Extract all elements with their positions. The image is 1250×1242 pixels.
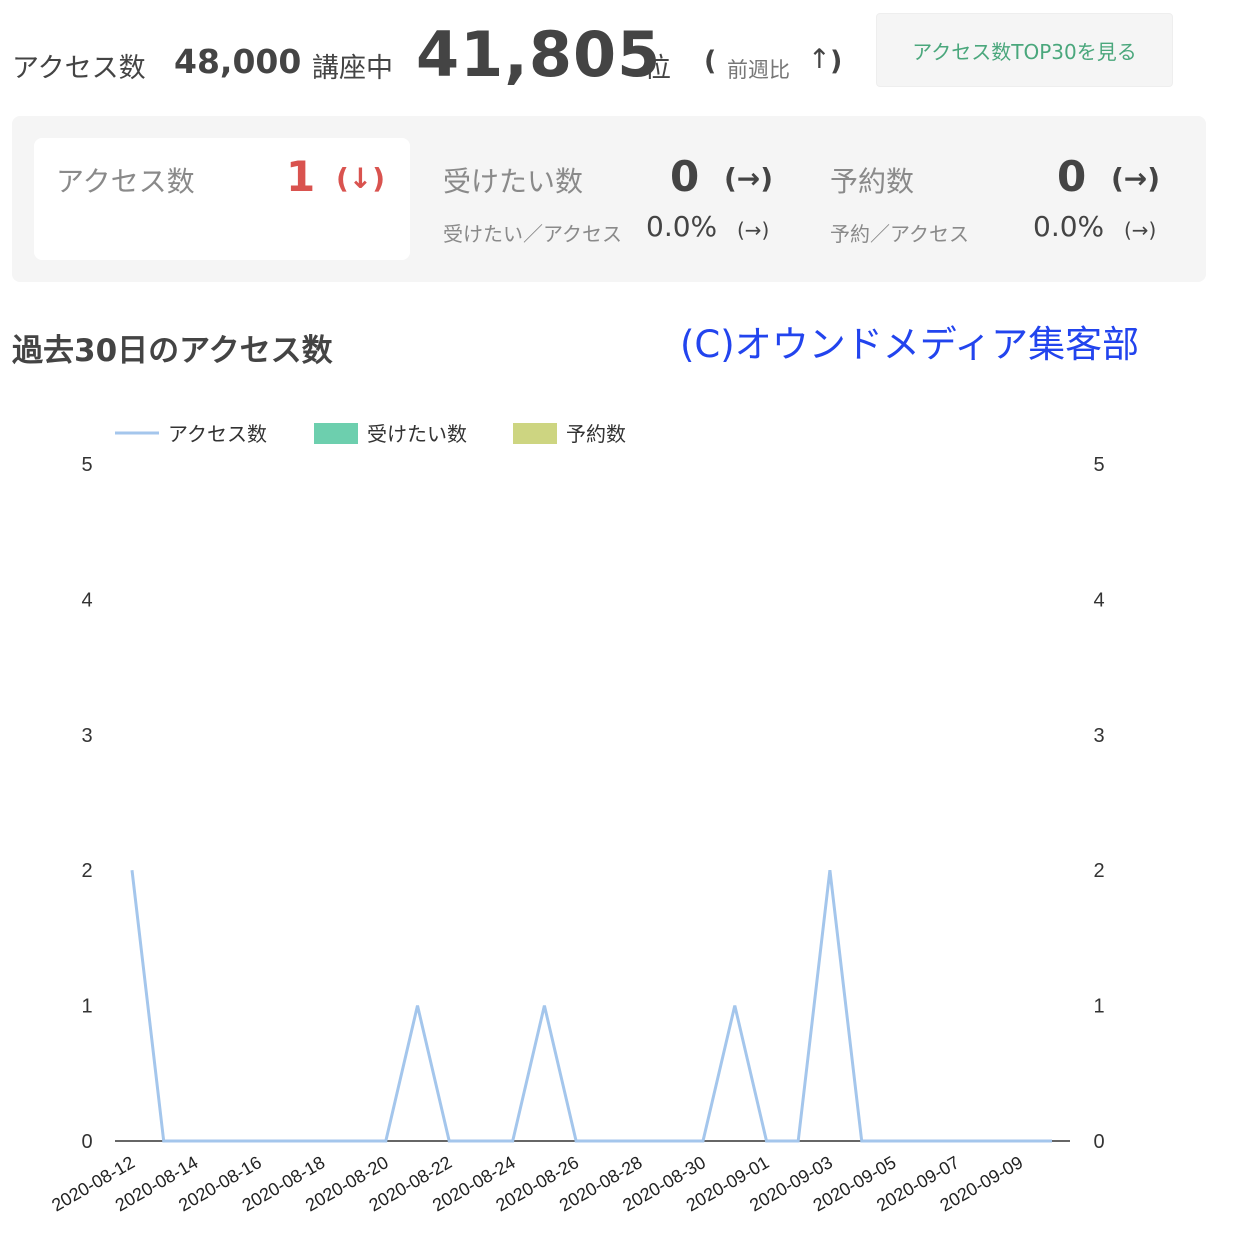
access-stat-card[interactable]: アクセス数 1 (↓): [34, 138, 410, 260]
want-ratio-label: 受けたい／アクセス: [443, 222, 622, 246]
copyright-watermark: (C)オウンドメディア集客部: [680, 323, 1140, 366]
y-tick-label: 1: [81, 996, 92, 1018]
reserve-stat-value: 0: [1057, 152, 1087, 201]
reserve-ratio-change: (→): [1124, 218, 1157, 242]
y2-tick-label: 3: [1093, 725, 1104, 747]
want-stat-value: 0: [670, 152, 700, 201]
courses-suffix: 講座中: [312, 53, 393, 84]
y2-tick-label: 0: [1093, 1131, 1104, 1153]
legend-label: 受けたい数: [367, 423, 467, 446]
legend-swatch: [314, 423, 358, 444]
section-title: 過去30日のアクセス数: [12, 333, 333, 369]
want-stat-label: 受けたい数: [443, 165, 584, 198]
y-tick-label: 3: [81, 725, 92, 747]
access-stat-label: アクセス数: [56, 165, 195, 198]
want-ratio-change: (→): [737, 218, 770, 242]
week-up-arrow: ↑: [808, 44, 831, 75]
want-stat-change: (→): [724, 162, 774, 195]
y-tick-label: 2: [81, 860, 92, 882]
chart-series: [130, 870, 1052, 1143]
y2-tick-label: 4: [1093, 589, 1104, 611]
chart-legend: アクセス数 受けたい数 予約数: [115, 423, 626, 446]
top30-button[interactable]: アクセス数TOP30を見る: [876, 13, 1173, 87]
legend-label: アクセス数: [168, 423, 267, 446]
x-axis: 2020-08-122020-08-142020-08-162020-08-18…: [48, 1140, 1070, 1216]
access-rank-label: アクセス数: [12, 53, 146, 84]
access-stat-change: (↓): [336, 162, 386, 195]
y2-tick-label: 5: [1093, 454, 1104, 476]
want-ratio-value: 0.0%: [646, 210, 718, 243]
series-line-access: [130, 870, 1052, 1143]
y-tick-label: 4: [81, 589, 92, 611]
access-line-chart: アクセス数 受けたい数 予約数 0 1 2 3 4 5 0 1 2 3 4 5 2020-08-1220…: [48, 423, 1105, 1216]
paren-close: ): [830, 46, 843, 77]
reserve-ratio-value: 0.0%: [1033, 210, 1105, 243]
y2-tick-label: 2: [1093, 860, 1104, 882]
legend-label: 予約数: [566, 423, 626, 446]
paren-open: (: [704, 46, 717, 77]
rank-value: 41,805: [416, 18, 662, 91]
reserve-stat-change: (→): [1111, 162, 1161, 195]
stats-panel: アクセス数 1 (↓) 受けたい数 0 (→) 受けたい／アクセス 0.0% (…: [12, 116, 1206, 282]
legend-swatch: [513, 423, 557, 444]
y-axis-right: 0 1 2 3 4 5: [1093, 454, 1104, 1153]
week-compare-label: 前週比: [727, 58, 790, 82]
y-tick-label: 5: [81, 454, 92, 476]
total-courses: 48,000: [174, 42, 302, 81]
y-tick-label: 0: [81, 1131, 92, 1153]
y-axis-left: 0 1 2 3 4 5: [81, 454, 92, 1153]
access-stat-value: 1: [286, 152, 316, 201]
ranking-header: アクセス数 48,000 講座中 41,805 位 ( 前週比 ↑ ) アクセス…: [12, 12, 1202, 92]
rank-suffix: 位: [644, 53, 671, 84]
reserve-ratio-label: 予約／アクセス: [830, 222, 969, 246]
reserve-stat-label: 予約数: [830, 165, 915, 198]
y2-tick-label: 1: [1093, 996, 1104, 1018]
